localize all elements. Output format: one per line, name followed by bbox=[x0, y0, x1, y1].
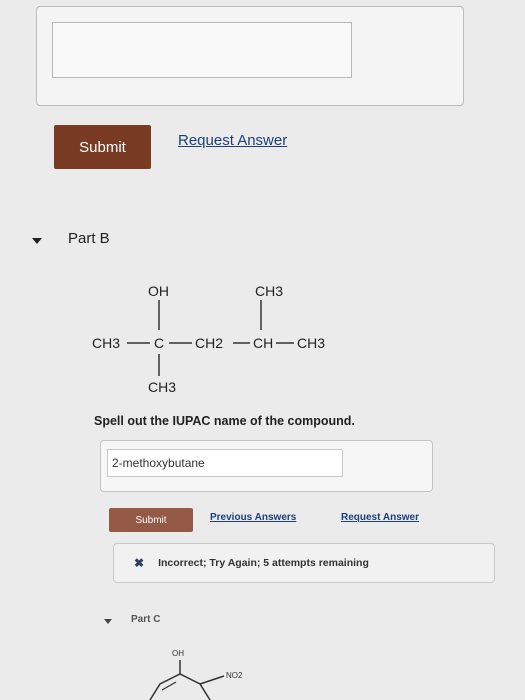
ch2-label: CH2 bbox=[195, 335, 223, 351]
ch-label: CH bbox=[253, 335, 273, 351]
part-c-bond-no2 bbox=[199, 675, 225, 685]
feedback-message: ✖ Incorrect; Try Again; 5 attempts remai… bbox=[113, 543, 495, 583]
part-c-ring bbox=[149, 673, 211, 700]
part-a-answer-field[interactable] bbox=[52, 22, 352, 78]
ch3-right-label: CH3 bbox=[297, 335, 325, 351]
part-c-ring-inner bbox=[161, 681, 177, 691]
part-a-request-answer-link[interactable]: Request Answer bbox=[178, 132, 287, 149]
previous-answers-link[interactable]: Previous Answers bbox=[210, 512, 296, 523]
part-c-title[interactable]: Part C bbox=[131, 614, 160, 625]
part-c-oh-label: OH bbox=[172, 649, 184, 658]
c-center-label: C bbox=[154, 335, 164, 351]
ch3-bottom-label: CH3 bbox=[148, 379, 176, 395]
feedback-text: Incorrect; Try Again; 5 attempts remaini… bbox=[158, 557, 369, 569]
x-icon: ✖ bbox=[134, 556, 145, 570]
part-c-structure: OH NO2 bbox=[149, 649, 243, 700]
part-b-title[interactable]: Part B bbox=[68, 230, 110, 247]
part-b-structure: OH CH3 CH3 C CH2 CH CH3 CH3 bbox=[92, 283, 325, 395]
part-a-submit-button[interactable]: Submit bbox=[54, 125, 151, 169]
part-c-collapse-caret-icon[interactable] bbox=[104, 619, 112, 624]
part-b-collapse-caret-icon[interactable] bbox=[32, 238, 42, 244]
oh-label: OH bbox=[148, 283, 169, 299]
part-b-answer-input[interactable] bbox=[107, 449, 343, 477]
part-b-submit-button[interactable]: Submit bbox=[109, 508, 193, 532]
ch3-top-label: CH3 bbox=[255, 283, 283, 299]
part-c-no2-label: NO2 bbox=[226, 671, 243, 680]
ch3-left-label: CH3 bbox=[92, 335, 120, 351]
part-b-request-answer-link[interactable]: Request Answer bbox=[341, 512, 419, 523]
part-b-question: Spell out the IUPAC name of the compound… bbox=[94, 414, 355, 428]
part-b-answer-panel bbox=[100, 440, 433, 492]
